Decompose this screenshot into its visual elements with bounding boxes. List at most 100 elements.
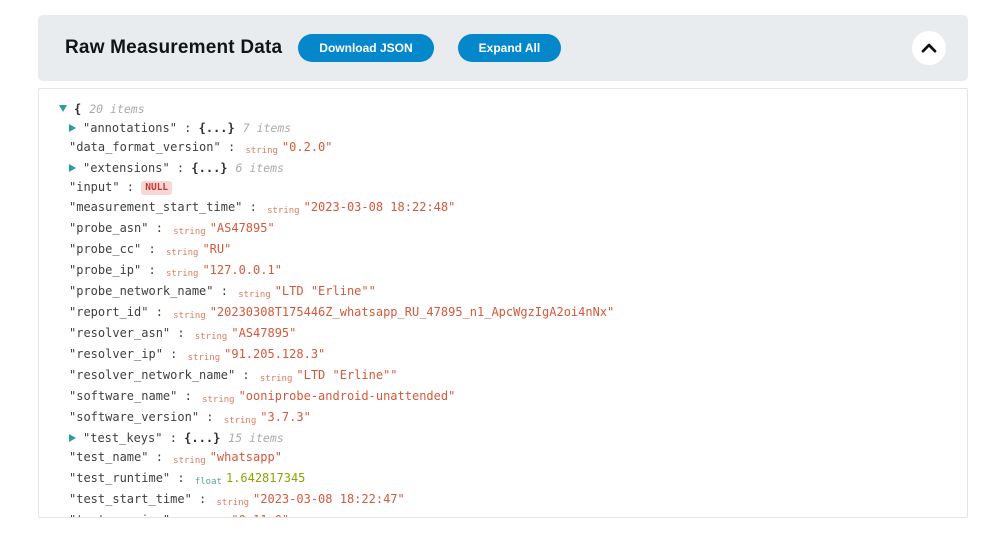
json-colon: : xyxy=(141,263,163,277)
json-string-value: "2023-03-08 18:22:47" xyxy=(253,492,405,506)
json-string-value: "LTD "Erline"" xyxy=(275,284,376,298)
type-label-string: string xyxy=(188,353,221,363)
json-row-probe_ip: "probe_ip" : string"127.0.0.1" xyxy=(69,261,951,282)
json-string-value: "0.11.0" xyxy=(231,513,289,518)
json-key: "probe_cc" xyxy=(69,242,141,256)
json-key: "data_format_version" xyxy=(69,140,221,154)
json-row-test_start_time: "test_start_time" : string"2023-03-08 18… xyxy=(69,490,951,511)
json-row-resolver_asn: "resolver_asn" : string"AS47895" xyxy=(69,324,951,345)
json-colon: : xyxy=(170,471,192,485)
page: Raw Measurement Data Download JSON Expan… xyxy=(0,0,1000,518)
json-row-measurement_start_time: "measurement_start_time" : string "2023-0… xyxy=(69,198,951,219)
collapse-section-button[interactable] xyxy=(912,31,946,65)
expand-all-button[interactable]: Expand All xyxy=(458,34,562,62)
json-row-software_version: "software_version" : string"3.7.3" xyxy=(69,408,951,429)
type-label-string: string xyxy=(224,416,257,426)
json-row-test_name: "test_name" : string"whatsapp" xyxy=(69,448,951,469)
type-label-string: string xyxy=(238,290,271,300)
json-colon: : xyxy=(148,221,170,235)
json-row-probe_network_name: "probe_network_name" : string "LTD "Erlin… xyxy=(69,282,951,303)
json-string-value: "3.7.3" xyxy=(260,410,311,424)
null-value-badge: NULL xyxy=(141,181,172,195)
json-colon: : xyxy=(162,431,184,445)
json-key: "resolver_ip" xyxy=(69,347,163,361)
json-colon: : xyxy=(148,450,170,464)
json-key: "report_id" xyxy=(69,305,148,319)
json-key: "probe_asn" xyxy=(69,221,148,235)
items-count: 15 items xyxy=(228,431,283,445)
json-colon: : xyxy=(141,242,163,256)
json-string-value: "whatsapp" xyxy=(210,450,282,464)
json-colon: : xyxy=(242,200,264,214)
json-colon: : xyxy=(148,305,170,319)
type-label-string: string xyxy=(195,332,228,342)
json-row-annotations: "annotations" : {...}7 items xyxy=(69,119,951,138)
json-colon: : xyxy=(192,492,214,506)
type-label-string: string xyxy=(166,269,199,279)
json-row-resolver_ip: "resolver_ip" : string"91.205.128.3" xyxy=(69,345,951,366)
json-colon: : xyxy=(170,513,192,518)
section-title: Raw Measurement Data xyxy=(65,37,282,59)
download-json-button[interactable]: Download JSON xyxy=(298,34,433,62)
json-row-test_runtime: "test_runtime" : float 1.642817345 xyxy=(69,469,951,490)
json-row-software_name: "software_name" : string"ooniprobe-andro… xyxy=(69,387,951,408)
chevron-up-icon xyxy=(921,43,937,53)
type-label-string: string xyxy=(166,248,199,258)
items-count: 6 items xyxy=(236,161,284,175)
open-brace: { xyxy=(74,102,81,116)
json-key: "measurement_start_time" xyxy=(69,200,242,214)
json-string-value: "AS47895" xyxy=(231,326,296,340)
type-label-string: string xyxy=(202,395,235,405)
json-key: "software_name" xyxy=(69,389,177,403)
json-key: "resolver_asn" xyxy=(69,326,170,340)
json-string-value: "20230308T175446Z_whatsapp_RU_47895_n1_A… xyxy=(210,305,615,319)
json-viewer: {20 items "annotations" : {...}7 items"d… xyxy=(38,88,968,518)
json-row-test_keys: "test_keys" : {...}15 items xyxy=(69,429,951,448)
json-row-data_format_version: "data_format_version" : string "0.2.0" xyxy=(69,138,951,159)
json-colon: : xyxy=(170,326,192,340)
json-float-value: 1.642817345 xyxy=(226,471,305,485)
json-rows: "annotations" : {...}7 items"data_format… xyxy=(59,119,951,518)
json-string-value: "2023-03-08 18:22:48" xyxy=(304,200,456,214)
json-row-resolver_network_name: "resolver_network_name" : string"LTD "Er… xyxy=(69,366,951,387)
json-row-input: "input" : NULL xyxy=(69,178,951,198)
json-row-extensions: "extensions" : {...} 6 items xyxy=(69,159,951,178)
json-row-test_version: "test_version" : string"0.11.0" xyxy=(69,511,951,518)
collapse-root-icon[interactable] xyxy=(59,105,67,112)
type-label-string: string xyxy=(267,206,300,216)
json-key: "test_runtime" xyxy=(69,471,170,485)
json-key: "test_start_time" xyxy=(69,492,192,506)
json-key: "annotations" xyxy=(83,121,177,135)
type-label-string: string xyxy=(245,146,278,156)
json-key: "probe_ip" xyxy=(69,263,141,277)
json-colon: : xyxy=(214,284,236,298)
type-label-string: string xyxy=(260,374,293,384)
json-colon: : xyxy=(221,140,243,154)
json-key: "extensions" xyxy=(83,161,170,175)
collapsed-object[interactable]: {...} xyxy=(191,161,227,175)
json-key: "resolver_network_name" xyxy=(69,368,235,382)
json-colon: : xyxy=(199,410,221,424)
json-colon: : xyxy=(177,121,199,135)
json-string-value: "AS47895" xyxy=(210,221,275,235)
collapsed-object[interactable]: {...} xyxy=(184,431,220,445)
type-label-string: string xyxy=(173,311,206,321)
json-colon: : xyxy=(170,161,192,175)
json-key: "probe_network_name" xyxy=(69,284,214,298)
json-key: "test_version" xyxy=(69,513,170,518)
json-string-value: "127.0.0.1" xyxy=(202,263,281,277)
json-row-probe_cc: "probe_cc" : string"RU" xyxy=(69,240,951,261)
collapsed-object[interactable]: {...} xyxy=(199,121,235,135)
expand-icon[interactable] xyxy=(69,124,76,132)
json-string-value: "ooniprobe-android-unattended" xyxy=(239,389,456,403)
raw-measurement-header: Raw Measurement Data Download JSON Expan… xyxy=(38,15,968,81)
expand-icon[interactable] xyxy=(69,164,76,172)
json-colon: : xyxy=(163,347,185,361)
type-label-string: string xyxy=(173,227,206,237)
json-string-value: "0.2.0" xyxy=(282,140,333,154)
expand-icon[interactable] xyxy=(69,434,76,442)
json-row-probe_asn: "probe_asn" : string "AS47895" xyxy=(69,219,951,240)
type-label-float: float xyxy=(195,477,222,487)
json-key: "software_version" xyxy=(69,410,199,424)
root-items-count: 20 items xyxy=(89,102,144,116)
